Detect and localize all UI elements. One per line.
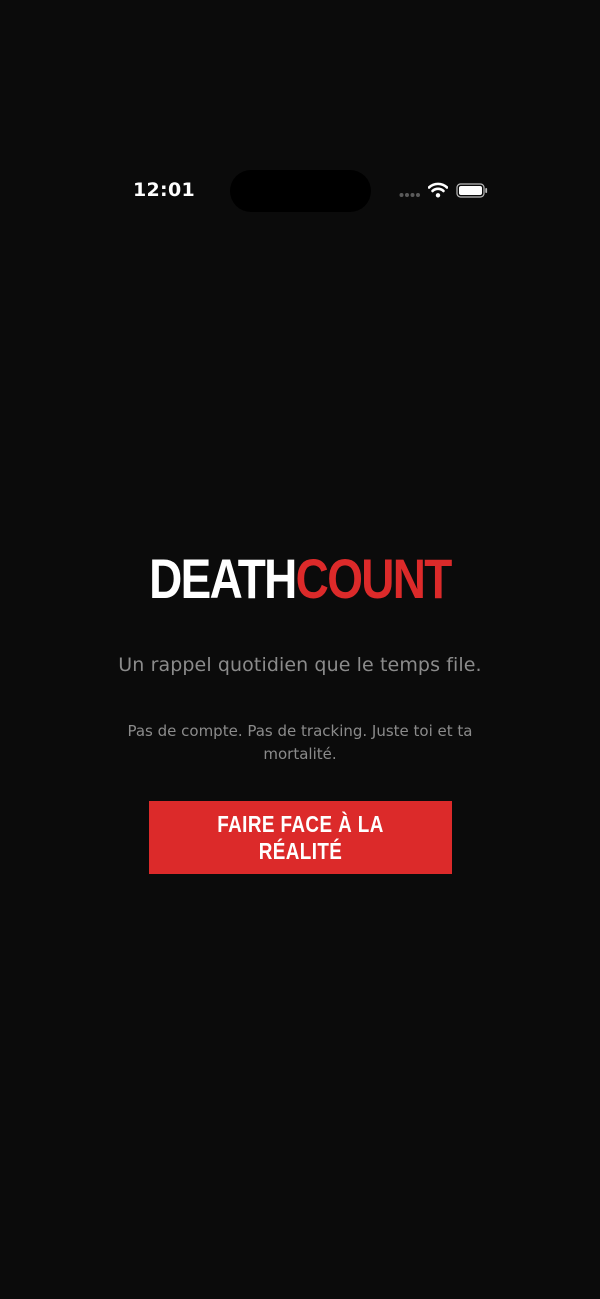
app-logo: DEATHCOUNT (0, 548, 600, 610)
face-reality-button-label: FAIRE FACE À LA RÉALITÉ (217, 810, 384, 864)
logo-count-text: COUNT (295, 547, 453, 610)
dynamic-island (230, 170, 371, 212)
face-reality-button[interactable]: FAIRE FACE À LA RÉALITÉ (149, 801, 452, 874)
cellular-signal-icon (399, 193, 420, 197)
tagline: Un rappel quotidien que le temps file. (118, 654, 482, 676)
privacy-subtext: Pas de compte. Pas de tracking. Juste to… (127, 722, 473, 763)
logo-death-text: DEATH (149, 547, 297, 610)
status-time: 12:01 (133, 179, 195, 201)
wifi-icon (428, 182, 448, 198)
battery-icon (456, 183, 488, 198)
